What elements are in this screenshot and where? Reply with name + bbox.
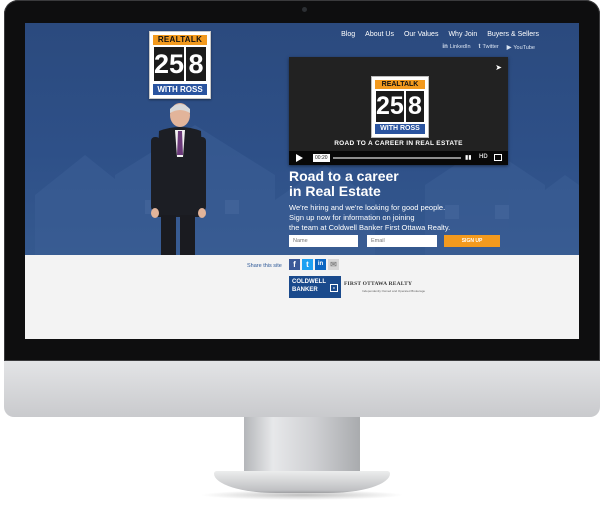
- coldwell-banker-logo[interactable]: COLDWELL BANKER R: [289, 276, 341, 298]
- email-input[interactable]: [367, 235, 437, 247]
- headline-line-1: Road to a career: [289, 168, 399, 184]
- facebook-icon[interactable]: f: [289, 259, 300, 270]
- coldwell-text: COLDWELL: [292, 279, 326, 285]
- video-logo: REALTALK 25 8 WITH ROSS: [371, 76, 429, 138]
- logo-bottom-text: WITH ROSS: [153, 84, 207, 95]
- first-ottawa-realty-logo[interactable]: FIRST OTTAWA REALTY: [344, 281, 412, 287]
- social-links: in LinkedIn t Twitter ▶ YouTube: [442, 44, 535, 51]
- nav-buyers-sellers[interactable]: Buyers & Sellers: [487, 31, 539, 38]
- social-twitter[interactable]: t Twitter: [479, 44, 499, 51]
- video-logo-bottom: WITH ROSS: [375, 124, 425, 134]
- twitter-icon: t: [478, 44, 481, 50]
- video-time: 00:20: [313, 154, 330, 162]
- linkedin-icon[interactable]: in: [315, 259, 326, 270]
- headline-line-2: in Real Estate: [289, 183, 381, 199]
- signup-button[interactable]: SIGN UP: [444, 235, 500, 247]
- name-input[interactable]: [289, 235, 358, 247]
- youtube-icon: ▶: [506, 45, 512, 51]
- hero-section: REALTALK 25 8 WITH ROSS Blog About Us Ou…: [25, 23, 579, 255]
- play-icon[interactable]: [296, 154, 303, 162]
- youtube-label: YouTube: [513, 45, 535, 51]
- camera-dot: [302, 7, 307, 12]
- linkedin-label: LinkedIn: [449, 44, 471, 50]
- logo-top-text: REALTALK: [153, 35, 207, 45]
- logo-digits-left: 25: [154, 47, 185, 81]
- video-player[interactable]: REALTALK 25 8 WITH ROSS ROAD TO A CAREER…: [289, 57, 508, 165]
- video-logo-digits-right: 8: [405, 91, 424, 122]
- logo-digits-right: 8: [186, 47, 206, 81]
- banker-text: BANKER: [292, 287, 318, 293]
- video-controls: 00:20 ▮▮ HD: [289, 151, 508, 165]
- linkedin-icon: in: [442, 44, 448, 50]
- first-ottawa-subtext: Independently Owned and Operated Brokera…: [362, 289, 426, 293]
- twitter-icon[interactable]: t: [302, 259, 313, 270]
- nav-our-values[interactable]: Our Values: [404, 31, 439, 38]
- email-icon[interactable]: ✉: [328, 259, 339, 270]
- share-label: Share this site: [247, 263, 282, 269]
- main-nav: Blog About Us Our Values Why Join Buyers…: [341, 31, 539, 38]
- ross-portrait: [151, 103, 206, 255]
- browser-screen: REALTALK 25 8 WITH ROSS Blog About Us Ou…: [25, 23, 579, 339]
- video-logo-top: REALTALK: [375, 80, 425, 89]
- monitor-chin: [4, 361, 600, 417]
- registered-mark-icon: R: [330, 284, 338, 292]
- video-share-icon[interactable]: ➤: [495, 63, 502, 72]
- stand-shadow: [200, 490, 404, 500]
- body-line-1: We're hiring and we're looking for good …: [289, 203, 446, 212]
- realtalk-logo[interactable]: REALTALK 25 8 WITH ROSS: [149, 31, 211, 99]
- social-youtube[interactable]: ▶ YouTube: [507, 44, 535, 51]
- nav-blog[interactable]: Blog: [341, 31, 355, 38]
- video-title: ROAD TO A CAREER IN REAL ESTATE: [334, 140, 463, 147]
- fullscreen-icon[interactable]: [494, 154, 502, 161]
- hero-body: We're hiring and we're looking for good …: [289, 203, 499, 233]
- share-icons: f t in ✉: [289, 259, 339, 270]
- social-linkedin[interactable]: in LinkedIn: [442, 44, 470, 51]
- hd-toggle[interactable]: HD: [479, 154, 488, 160]
- video-logo-digits-left: 25: [376, 91, 404, 122]
- body-line-3: the team at Coldwell Banker First Ottawa…: [289, 223, 451, 232]
- twitter-label: Twitter: [482, 44, 499, 50]
- volume-icon[interactable]: ▮▮: [465, 155, 475, 161]
- nav-about-us[interactable]: About Us: [365, 31, 394, 38]
- monitor-stand: [244, 417, 360, 475]
- body-line-2: Sign up now for information on joining: [289, 213, 415, 222]
- hero-headline: Road to a career in Real Estate: [289, 169, 489, 199]
- progress-bar[interactable]: [333, 157, 461, 159]
- nav-why-join[interactable]: Why Join: [448, 31, 477, 38]
